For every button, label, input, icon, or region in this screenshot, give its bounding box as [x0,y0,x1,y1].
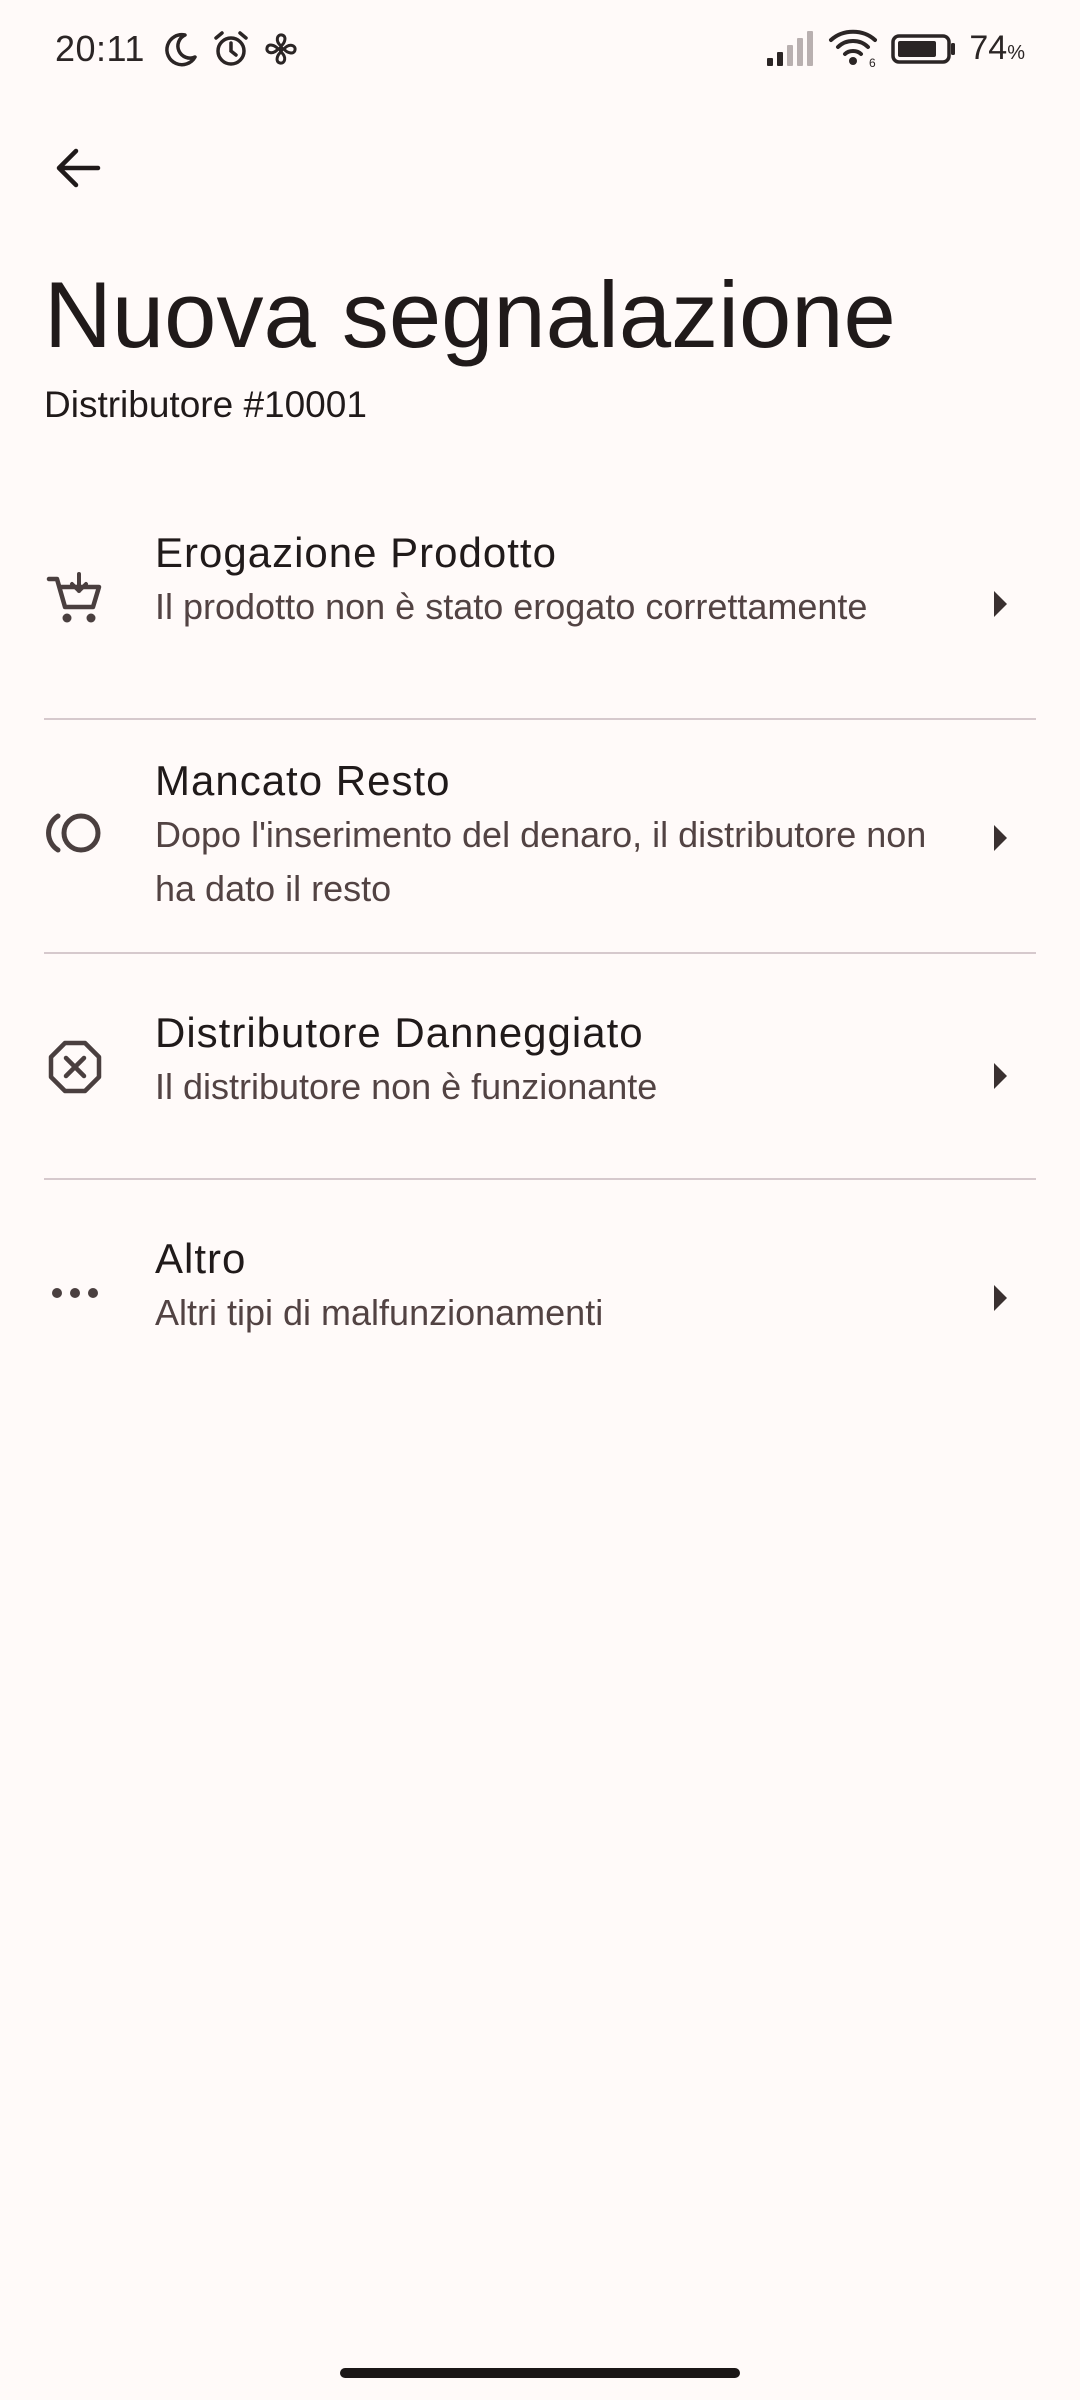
signal-icon [765,28,815,68]
chevron-right-icon [980,584,1020,624]
chevron-right-icon [980,1056,1020,1096]
moon-icon [161,29,201,69]
issue-text: Distributore Danneggiato Il distributore… [155,1006,960,1114]
wifi-icon: 6 [827,28,879,70]
fan-icon [261,29,301,69]
list-item-altro[interactable]: Altro Altri tipi di malfunzionamenti [0,1182,1080,1392]
page-title: Nuova segnalazione [44,262,896,367]
divider [44,1178,1036,1180]
issue-description: Dopo l'inserimento del denaro, il distri… [155,814,927,909]
issue-text: Mancato Resto Dopo l'inserimento del den… [155,754,960,916]
list-item-distributore-danneggiato[interactable]: Distributore Danneggiato Il distributore… [0,956,1080,1166]
issue-title: Altro [155,1235,247,1282]
divider [44,952,1036,954]
status-time: 20:11 [55,28,145,69]
status-bar: 20:11 6 74% [0,0,1080,110]
back-button[interactable] [38,130,118,210]
cart-icon [42,566,108,632]
chevron-right-icon [980,1278,1020,1318]
coins-icon [42,800,108,866]
list-item-mancato-resto[interactable]: Mancato Resto Dopo l'inserimento del den… [0,722,1080,947]
issue-description: Altri tipi di malfunzionamenti [155,1292,604,1333]
issue-text: Altro Altri tipi di malfunzionamenti [155,1232,960,1340]
divider [44,718,1036,720]
alarm-icon [211,29,251,69]
status-left: 20:11 [55,28,301,70]
arrow-left-icon [52,142,104,199]
issue-title: Mancato Resto [155,757,451,804]
chevron-right-icon [980,818,1020,858]
wifi-label: 6 [869,56,876,68]
home-indicator[interactable] [340,2368,740,2378]
issue-description: Il prodotto non è stato erogato corretta… [155,586,868,627]
battery-icon [891,28,957,68]
more-horiz-icon [42,1260,108,1326]
error-octagon-icon [42,1034,108,1100]
page-subtitle: Distributore #10001 [44,384,367,425]
issue-title: Distributore Danneggiato [155,1009,644,1056]
list-item-erogazione-prodotto[interactable]: Erogazione Prodotto Il prodotto non è st… [0,490,1080,715]
issue-title: Erogazione Prodotto [155,529,557,576]
issue-text: Erogazione Prodotto Il prodotto non è st… [155,526,960,634]
status-right: 6 74% [765,28,1025,70]
issue-description: Il distributore non è funzionante [155,1066,658,1107]
battery-percent: 74% [969,28,1025,67]
